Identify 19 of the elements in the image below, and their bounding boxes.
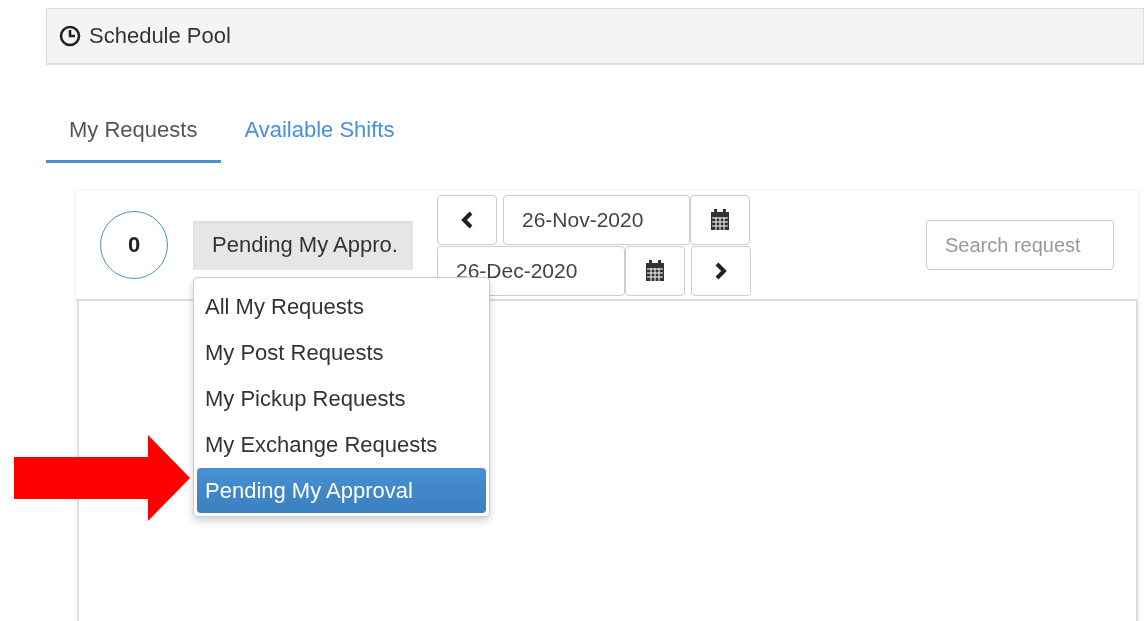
calendar-button[interactable] (625, 245, 685, 296)
tab[interactable]: My Requests (46, 105, 222, 163)
start-date-field[interactable]: 26-Nov-2020 (503, 194, 690, 245)
chevron-right-icon (714, 261, 728, 280)
menu-item[interactable]: Pending My Approval (197, 468, 486, 513)
menu-item[interactable]: My Pickup Requests (197, 376, 486, 422)
chevron-left-icon (460, 210, 474, 229)
previous-button[interactable] (437, 194, 497, 245)
search-field[interactable]: Search request (926, 220, 1114, 270)
page-title: Schedule Pool (89, 23, 231, 49)
next-button[interactable] (691, 245, 751, 296)
calendar-icon (645, 259, 665, 282)
calendar-icon (710, 208, 730, 231)
calendar-button[interactable] (690, 194, 750, 245)
menu-item[interactable]: My Post Requests (197, 330, 486, 376)
filter-dropdown[interactable]: Pending My Appro. (193, 220, 413, 270)
end-date-field[interactable]: 26-Dec-2020 (437, 245, 625, 296)
menu-item[interactable]: My Exchange Requests (197, 422, 486, 468)
clock-icon (59, 25, 81, 47)
